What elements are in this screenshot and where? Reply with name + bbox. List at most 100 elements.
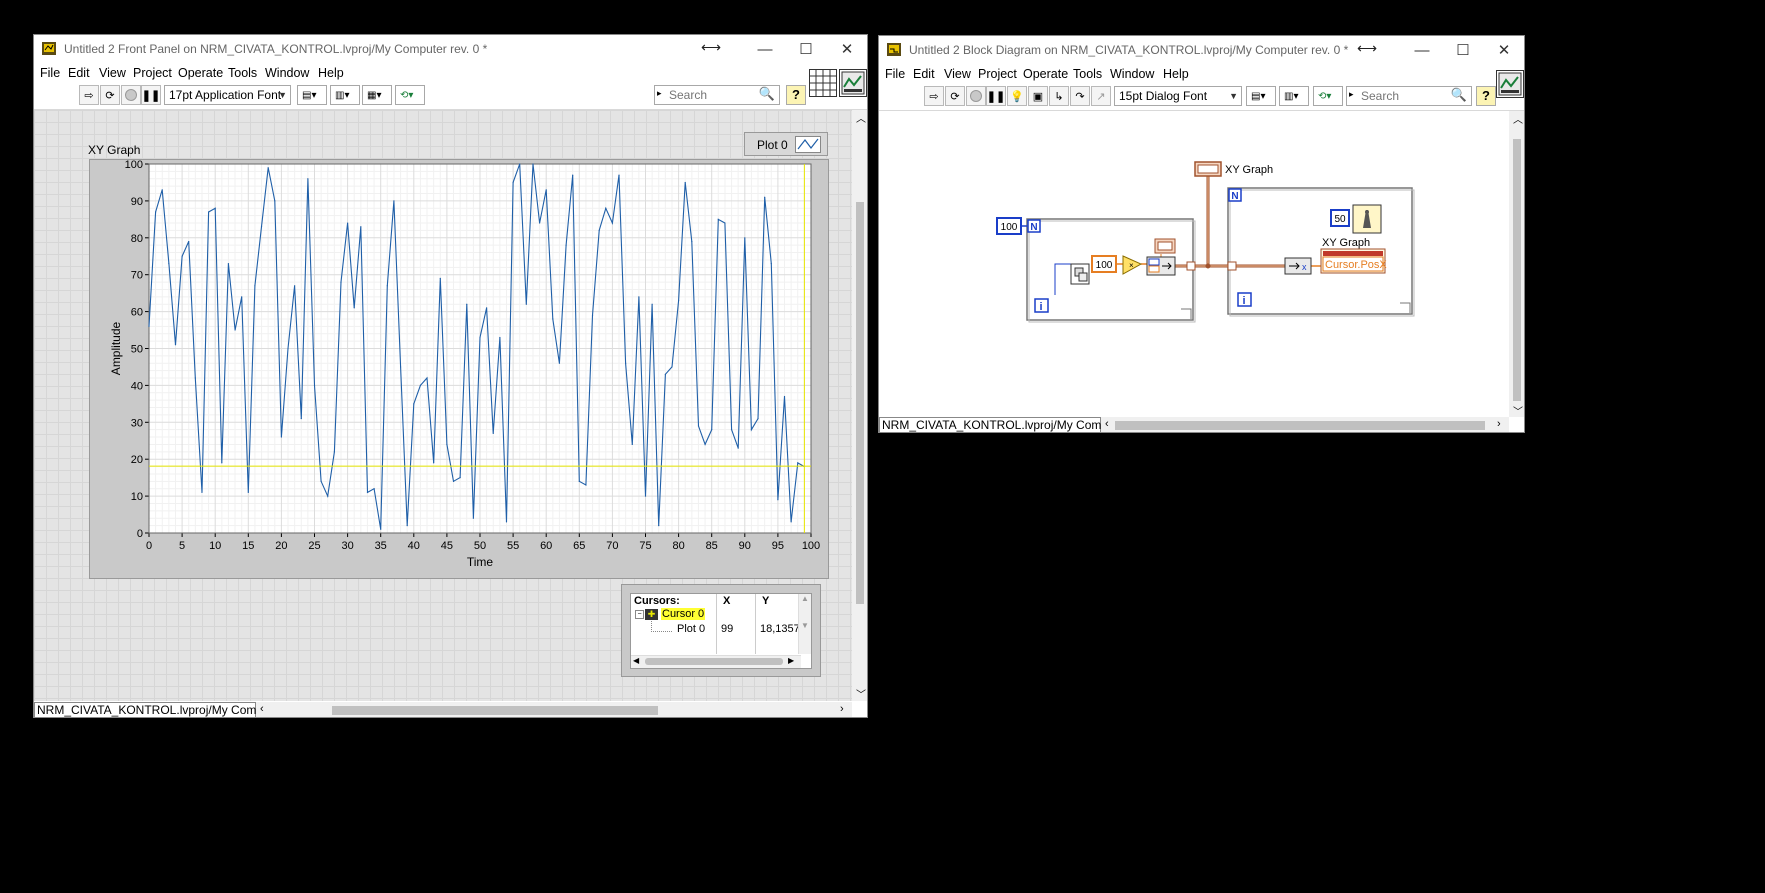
scroll-down-arrow-icon[interactable]: ﹀: [856, 686, 866, 701]
wait-ms-icon[interactable]: [1352, 204, 1382, 234]
cursor-table-hscroll-thumb[interactable]: [645, 658, 783, 665]
font-dropdown[interactable]: 17pt Application Font ▼: [164, 85, 291, 105]
bundle-node[interactable]: [1146, 256, 1176, 276]
maximize-button[interactable]: ☐: [784, 37, 828, 61]
scroll-left-arrow-icon[interactable]: ‹: [260, 703, 264, 715]
menu-tools[interactable]: Tools: [228, 66, 257, 80]
scroll-left-arrow-icon[interactable]: ‹: [1105, 418, 1109, 430]
align-objects-dropdown[interactable]: ▤▾: [1246, 86, 1276, 106]
menu-file[interactable]: File: [40, 66, 60, 80]
scroll-up-arrow-icon[interactable]: ︿: [856, 110, 866, 125]
random-number-icon[interactable]: [1070, 263, 1090, 285]
abort-button[interactable]: [966, 86, 986, 106]
menu-window[interactable]: Window: [1110, 67, 1154, 81]
font-dropdown[interactable]: 15pt Dialog Font ▼: [1114, 86, 1242, 106]
front-panel-vscroll[interactable]: ︿ ﹀: [852, 110, 867, 701]
block-diagram-hscroll-thumb[interactable]: [1115, 421, 1485, 430]
loop1-output-tunnel[interactable]: [1186, 261, 1196, 271]
search-icon[interactable]: 🔍: [1451, 87, 1467, 103]
menu-view[interactable]: View: [944, 67, 971, 81]
close-button[interactable]: ✕: [825, 37, 867, 61]
distribute-objects-dropdown[interactable]: ▥▾: [330, 85, 360, 105]
menu-edit[interactable]: Edit: [68, 66, 90, 80]
highlight-execution-button[interactable]: 💡: [1007, 86, 1027, 106]
scroll-down-arrow-icon[interactable]: ﹀: [1513, 403, 1523, 418]
search-icon[interactable]: 🔍: [759, 86, 775, 102]
menu-project[interactable]: Project: [133, 66, 172, 80]
scroll-right-arrow-icon[interactable]: ▶: [788, 656, 794, 665]
search-box[interactable]: ▸ 🔍: [654, 85, 780, 105]
cluster-constant-icon[interactable]: [1154, 238, 1176, 254]
search-box[interactable]: ▸ 🔍: [1346, 86, 1472, 106]
menu-project[interactable]: Project: [978, 67, 1017, 81]
run-button[interactable]: ⇨: [79, 85, 99, 105]
block-diagram-vscroll[interactable]: ︿ ﹀: [1509, 111, 1524, 418]
xy-graph-plot[interactable]: 0 5 10 15 20 25 30 35 40 45 50 55 60 65 70 75 80 85 90 95 10…: [90, 160, 828, 578]
scroll-left-arrow-icon[interactable]: ◀: [633, 656, 639, 665]
cursor-legend[interactable]: Cursors: X Y − ✚ Cursor 0 Plot 0 99 18,1…: [621, 584, 821, 677]
step-over-button[interactable]: ↷: [1070, 86, 1090, 106]
close-button[interactable]: ✕: [1482, 38, 1524, 62]
block-diagram-hscroll[interactable]: ‹ ›: [1101, 417, 1509, 432]
context-help-button[interactable]: ?: [1476, 86, 1496, 106]
diagram-svg[interactable]: 100 N N i i 100 × XY Graph 50 x XY Graph…: [879, 111, 1509, 417]
plot-line-style-icon[interactable]: [795, 136, 821, 153]
menu-operate[interactable]: Operate: [178, 66, 223, 80]
plot-legend[interactable]: Plot 0: [744, 132, 828, 156]
cursor-x-value[interactable]: 99: [721, 623, 733, 635]
menu-help[interactable]: Help: [318, 66, 344, 80]
front-panel-hscroll[interactable]: ‹ ›: [256, 702, 852, 717]
block-diagram-canvas[interactable]: 100 N N i i 100 × XY Graph 50 x XY Graph…: [879, 111, 1509, 417]
pause-button[interactable]: ❚❚: [141, 85, 161, 105]
menu-edit[interactable]: Edit: [913, 67, 935, 81]
run-continuously-button[interactable]: ⟳: [945, 86, 965, 106]
cursor-table-vscroll[interactable]: ▲ ▼: [798, 594, 811, 654]
cursor-name[interactable]: Cursor 0: [661, 608, 706, 620]
step-into-button[interactable]: ↳: [1049, 86, 1069, 106]
step-out-button[interactable]: ↗: [1091, 86, 1111, 106]
front-panel-canvas[interactable]: XY Graph Plot 0 0 5 10 15 20 25 30 35 40 45 50 55 60…: [34, 110, 852, 701]
front-panel-vscroll-thumb[interactable]: [856, 202, 864, 604]
abort-button[interactable]: [121, 85, 141, 105]
cursor-y-value[interactable]: 18,1357: [760, 623, 800, 635]
block-diagram-vscroll-thumb[interactable]: [1513, 139, 1521, 401]
front-panel-hscroll-thumb[interactable]: [332, 706, 658, 715]
search-input[interactable]: [1361, 89, 1457, 103]
vi-icon[interactable]: [839, 69, 867, 97]
context-help-button[interactable]: ?: [786, 85, 806, 105]
front-panel-titlebar[interactable]: Untitled 2 Front Panel on NRM_CIVATA_KON…: [34, 35, 867, 63]
menu-view[interactable]: View: [99, 66, 126, 80]
loop2-input-tunnel[interactable]: [1227, 261, 1237, 271]
retain-wire-values-button[interactable]: ▣: [1028, 86, 1048, 106]
graph-caption[interactable]: XY Graph: [88, 143, 140, 157]
xy-graph-terminal[interactable]: [1194, 161, 1222, 177]
minimize-button[interactable]: —: [1400, 38, 1444, 62]
cursor-style-icon[interactable]: ✚: [645, 609, 658, 620]
property-node-item[interactable]: Cursor.PosX: [1325, 259, 1387, 271]
xy-graph[interactable]: 0 5 10 15 20 25 30 35 40 45 50 55 60 65 70 75 80 85 90 95 10…: [89, 159, 829, 579]
resize-objects-dropdown[interactable]: ▦▾: [362, 85, 392, 105]
menu-operate[interactable]: Operate: [1023, 67, 1068, 81]
distribute-objects-dropdown[interactable]: ▥▾: [1279, 86, 1309, 106]
align-objects-dropdown[interactable]: ▤▾: [297, 85, 327, 105]
tree-collapse-icon[interactable]: −: [635, 610, 644, 619]
menu-window[interactable]: Window: [265, 66, 309, 80]
connector-pane-icon[interactable]: [809, 69, 837, 97]
run-continuously-button[interactable]: ⟳: [100, 85, 120, 105]
block-diagram-titlebar[interactable]: Untitled 2 Block Diagram on NRM_CIVATA_K…: [879, 36, 1524, 64]
cursor-table[interactable]: Cursors: X Y − ✚ Cursor 0 Plot 0 99 18,1…: [630, 593, 812, 669]
unbundle-by-name-node[interactable]: x: [1284, 257, 1312, 275]
menu-help[interactable]: Help: [1163, 67, 1189, 81]
menu-file[interactable]: File: [885, 67, 905, 81]
scroll-right-arrow-icon[interactable]: ›: [1497, 418, 1501, 430]
run-button[interactable]: ⇨: [924, 86, 944, 106]
search-input[interactable]: [669, 88, 765, 102]
cursor-table-hscroll[interactable]: ◀ ▶: [631, 655, 801, 668]
reorder-dropdown[interactable]: ⟲▾: [395, 85, 425, 105]
maximize-button[interactable]: ☐: [1441, 38, 1485, 62]
menu-tools[interactable]: Tools: [1073, 67, 1102, 81]
scroll-right-arrow-icon[interactable]: ›: [840, 703, 844, 715]
pause-button[interactable]: ❚❚: [986, 86, 1006, 106]
minimize-button[interactable]: —: [743, 37, 787, 61]
vi-icon[interactable]: [1496, 70, 1524, 98]
